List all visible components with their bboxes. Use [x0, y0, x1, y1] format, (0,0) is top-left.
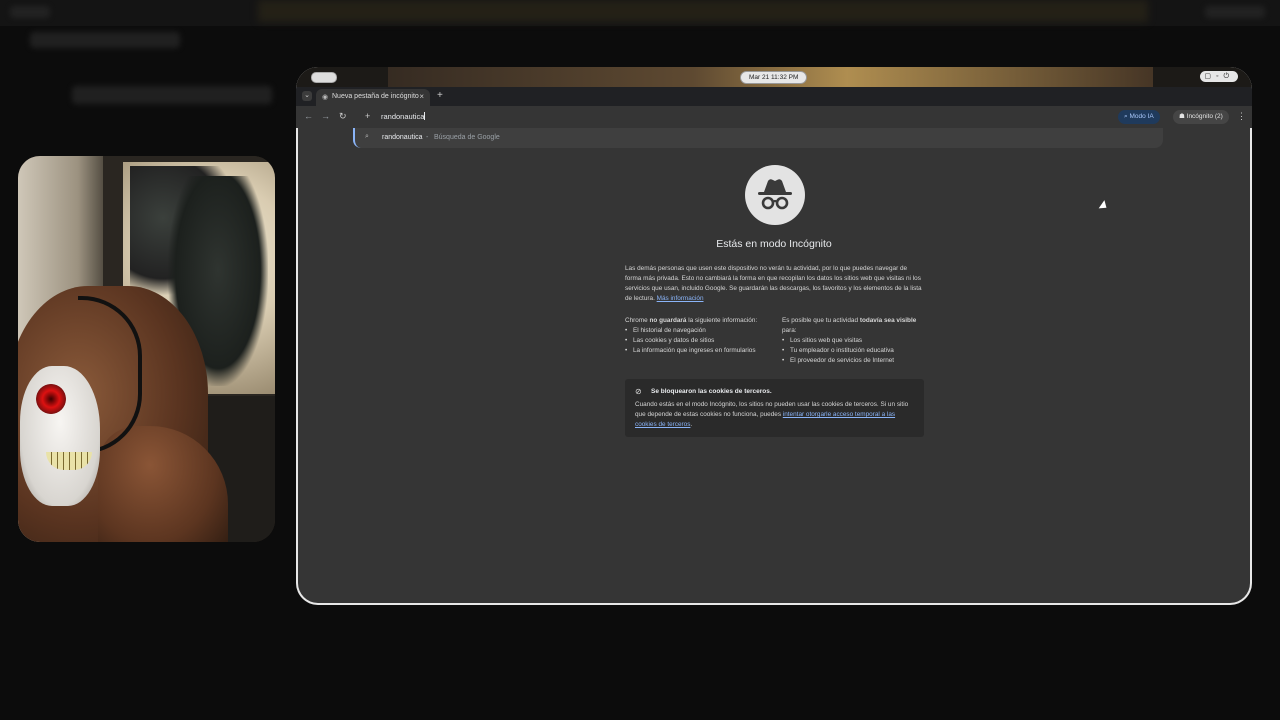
system-clock[interactable]: Mar 21 11:32 PM: [740, 71, 808, 84]
heading-text: Es posible que tu actividad: [782, 317, 860, 324]
incognito-count-label: Incógnito (2): [1186, 113, 1223, 120]
list-item: Tu empleador o institución educativa: [782, 346, 932, 356]
launcher-pill[interactable]: [311, 72, 337, 83]
incognito-icon: [745, 165, 805, 225]
new-tab-button[interactable]: +: [437, 91, 443, 101]
browser-toolbar: ← → ↻ + randonautica ⌕ Modo IA ☗ Incógni…: [296, 106, 1252, 128]
learn-more-link[interactable]: Más información: [657, 295, 704, 302]
omnibox-add-icon[interactable]: +: [365, 111, 370, 121]
incognito-icon: ☗: [1179, 113, 1187, 120]
tab-strip: ⌄ ◉ Nueva pestaña de incógnito × +: [296, 87, 1252, 106]
incognito-profile-button[interactable]: ☗ Incógnito (2): [1173, 110, 1229, 124]
heading-bold: todavía sea visible: [859, 317, 917, 324]
list-item: La información que ingreses en formulari…: [625, 346, 775, 356]
background-blur-block: [30, 32, 180, 48]
system-tray-icons[interactable]: ▢◦⏻: [1200, 71, 1238, 82]
tab-incognito-new-tab[interactable]: ◉ Nueva pestaña de incógnito ×: [316, 89, 430, 106]
cookie-off-icon: ⊘: [635, 387, 642, 396]
cookie-card-title: Se bloquearon las cookies de terceros.: [651, 388, 772, 395]
tab-close-icon[interactable]: ×: [419, 92, 424, 101]
back-icon[interactable]: ←: [304, 111, 313, 121]
cookie-card-body: Cuando estás en el modo Incógnito, los s…: [635, 400, 917, 430]
system-statusbar: Mar 21 11:32 PM ▢◦⏻: [296, 67, 1252, 87]
heading-bold: no guardará: [649, 317, 687, 324]
browser-window: Mar 21 11:32 PM ▢◦⏻ ⌄ ◉ Nueva pestaña de…: [296, 67, 1252, 605]
omnibox-text: randonautica: [381, 112, 425, 121]
background-blur-block: [72, 86, 272, 104]
list-item: El proveedor de servicios de Internet: [782, 356, 932, 366]
background-blur-block: [10, 6, 50, 18]
forward-icon[interactable]: →: [321, 111, 330, 121]
incognito-icon-svg: [758, 179, 792, 210]
incognito-ntp: Estás en modo Incógnito Las demás person…: [296, 128, 1252, 605]
modo-ia-label: Modo IA: [1129, 113, 1154, 120]
list-item: Los sitios web que visitas: [782, 336, 932, 346]
incognito-intro: Las demás personas que usen este disposi…: [625, 264, 925, 304]
incognito-favicon-icon: ◉: [322, 94, 329, 101]
not-saved-column: Chrome no guardará la siguiente informac…: [625, 316, 775, 356]
modo-ia-button[interactable]: ⌕ Modo IA: [1118, 110, 1160, 124]
webcam-mask-eye: [36, 384, 66, 414]
not-saved-list: El historial de navegación Las cookies y…: [625, 326, 775, 356]
text-caret: [424, 112, 426, 120]
omnibox-input[interactable]: randonautica: [381, 112, 426, 121]
list-item: El historial de navegación: [625, 326, 775, 336]
still-visible-heading: Es posible que tu actividad todavía sea …: [782, 316, 932, 336]
kebab-menu-icon[interactable]: ⋮: [1237, 111, 1246, 122]
not-saved-heading: Chrome no guardará la siguiente informac…: [625, 316, 775, 326]
third-party-cookies-card: ⊘ Se bloquearon las cookies de terceros.…: [625, 379, 924, 437]
background-blur-block: [1205, 6, 1265, 18]
tab-search-button[interactable]: ⌄: [302, 91, 312, 101]
still-visible-list: Los sitios web que visitas Tu empleador …: [782, 336, 932, 366]
page-title: Estás en modo Incógnito: [716, 238, 832, 250]
tab-title: Nueva pestaña de incógnito: [332, 93, 419, 100]
list-item: Las cookies y datos de sitios: [625, 336, 775, 346]
webcam-overlay: [18, 156, 275, 542]
heading-text: la siguiente información:: [686, 317, 758, 324]
cookie-body-end: .: [690, 421, 693, 428]
still-visible-column: Es posible que tu actividad todavía sea …: [782, 316, 932, 366]
background-tab-strip: [258, 0, 1148, 22]
heading-text: Chrome: [625, 317, 650, 324]
heading-text: para:: [782, 327, 797, 334]
reload-icon[interactable]: ↻: [339, 111, 347, 121]
